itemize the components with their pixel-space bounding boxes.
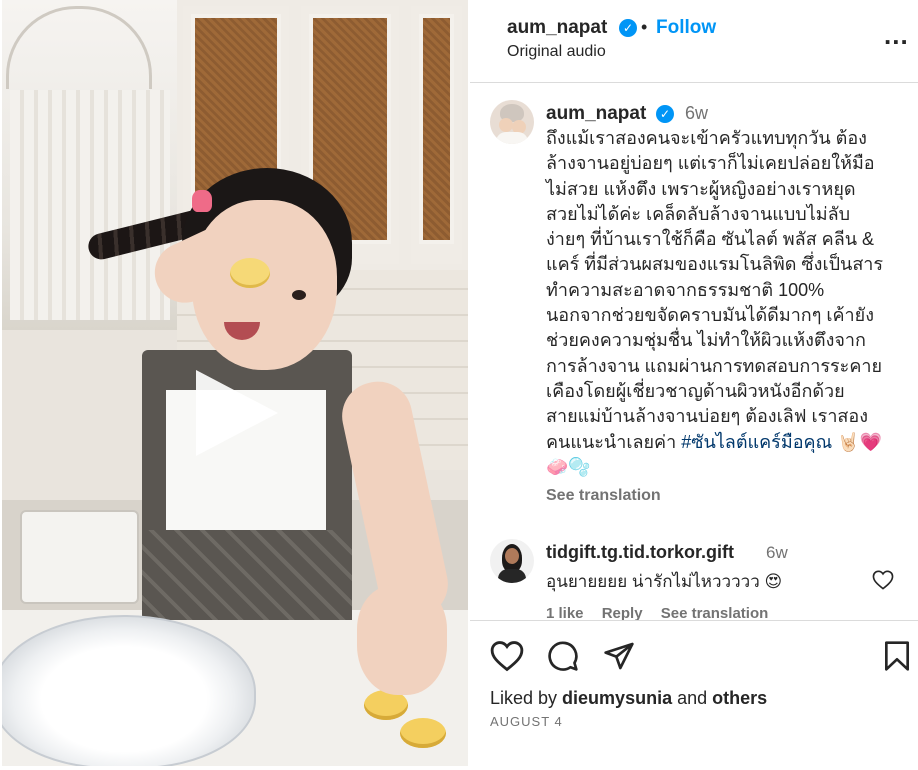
comment-text: อุนยายยยย น่ารักไม่ไหววววว 😍 [546, 572, 783, 591]
caption-emoji: 🤘🏻💗 [832, 431, 883, 452]
verified-badge-icon: ✓ [619, 19, 637, 37]
reel-video[interactable] [2, 0, 468, 766]
flour-bowl [2, 615, 256, 766]
child-hand-right [357, 585, 447, 695]
overalls-pattern [142, 530, 352, 620]
play-icon[interactable] [196, 370, 278, 456]
caption-line: ทำความสะอาดจากธรรมชาติ 100% [546, 279, 825, 300]
more-options-icon[interactable]: ... [884, 22, 909, 48]
follow-button[interactable]: Follow [656, 17, 716, 39]
caption-line: การล้างจาน แถมผ่านการทดสอบการระคาย [546, 355, 883, 376]
hashtag-link[interactable]: #ซันไลต์แคร์มือคุณ [681, 432, 832, 452]
see-translation-button[interactable]: See translation [546, 487, 661, 505]
header-username[interactable]: aum_napat [507, 17, 607, 39]
caption-timestamp[interactable]: 6w [685, 103, 708, 124]
cookie-dough [230, 258, 270, 288]
post-date[interactable]: AUGUST 4 [490, 714, 563, 729]
caption-line: สายแม่บ้านล้างจานบ่อยๆ ต้องเลิฟ เราสอง [546, 406, 869, 427]
liked-by-and: and [672, 688, 713, 708]
liked-by-others[interactable]: others [712, 688, 767, 708]
child-eye [292, 290, 306, 300]
heart-icon[interactable] [490, 640, 524, 672]
caption-line: ช่วยคงความชุ่มชื่น ไม่ทำให้ผิวแห้งตึงจาก [546, 330, 866, 351]
caption-line: สวยไม่ได้ค่ะ เคล็ดลับล้างจานแบบไม่ลับ [546, 203, 851, 224]
verified-badge-icon: ✓ [656, 105, 674, 123]
cabinet [405, 0, 468, 270]
liked-by-user[interactable]: dieumysunia [562, 688, 672, 708]
caption-line: ไม่สวย แห้งตึง เพราะผู้หญิงอย่างเราหยุด [546, 178, 856, 199]
comment-heart-icon[interactable] [872, 570, 894, 590]
post-panel: aum_napat ✓ • Follow Original audio ... … [470, 0, 918, 770]
caption-line: ถึงแม้เราสองคนจะเข้าครัวแทบทุกวัน ต้อง [546, 128, 867, 148]
caption-line: แคร์ ที่มีส่วนผสมของแรมโนลิพิด ซึ่งเป็นส… [546, 254, 884, 275]
curtain [10, 90, 170, 320]
comment-icon[interactable] [547, 640, 579, 672]
sink [20, 510, 139, 604]
divider [470, 82, 918, 83]
comment-username[interactable]: tidgift.tg.tid.torkor.gift [546, 542, 734, 563]
comment-timestamp[interactable]: 6w [766, 543, 788, 563]
window-arch [6, 6, 152, 89]
original-audio-link[interactable]: Original audio [507, 43, 606, 61]
divider [470, 620, 918, 621]
caption-line: ง่ายๆ ที่บ้านเราใช้ก็คือ ซันไลต์ พลัส คล… [546, 229, 875, 250]
caption-line: นอกจากช่วยขจัดคราบมันได้ดีมากๆ เค้ายัง [546, 305, 874, 326]
separator-dot: • [641, 17, 648, 37]
share-icon[interactable] [603, 640, 635, 672]
dough-ball [400, 718, 446, 748]
caption-emoji-line: 🧼🫧 [546, 456, 591, 477]
caption-line: เคืองโดยผู้เชี่ยวชาญด้านผิวหนังอีกด้วย [546, 380, 845, 401]
caption-line-last: คนแนะนำเลยค่า #ซันไลต์แคร์มือคุณ 🤘🏻💗 [546, 430, 896, 455]
rattan-panel [419, 14, 454, 244]
caption-text: ถึงแม้เราสองคนจะเข้าครัวแทบทุกวัน ต้อง ล… [546, 126, 896, 480]
liked-by: Liked by dieumysunia and others [490, 688, 767, 709]
liked-by-prefix: Liked by [490, 688, 563, 708]
caption-text-end: คนแนะนำเลยค่า [546, 431, 682, 452]
hair-bow [192, 190, 212, 212]
caption-line: ล้างจานอยู่บ่อยๆ แต่เราก็ไม่เคยปล่อยให้ม… [546, 153, 875, 174]
window-background [2, 0, 177, 330]
caption-username[interactable]: aum_napat [546, 103, 646, 125]
avatar[interactable] [490, 539, 534, 583]
avatar[interactable] [490, 100, 534, 144]
bookmark-icon[interactable] [883, 640, 911, 672]
